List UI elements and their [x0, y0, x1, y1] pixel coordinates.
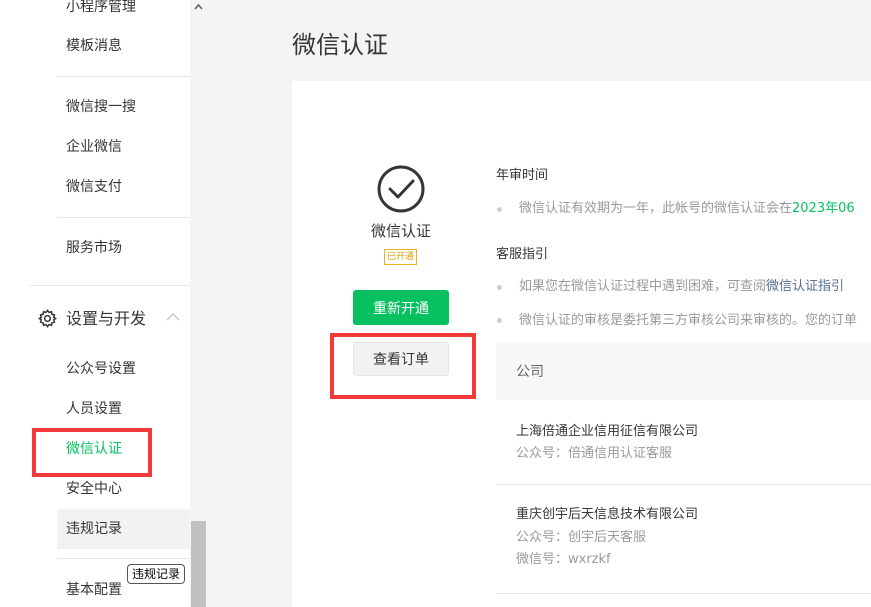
- sidebar-divider: [57, 217, 190, 218]
- scrollbar-thumb[interactable]: [191, 521, 206, 607]
- scrollbar-track[interactable]: [190, 0, 207, 607]
- renew-button[interactable]: 重新开通: [353, 290, 449, 325]
- check-circle-icon: [377, 165, 425, 213]
- sidebar-item-account-settings[interactable]: 公众号设置: [66, 359, 136, 379]
- view-orders-button[interactable]: 查看订单: [353, 342, 449, 376]
- sidebar-item-security-center[interactable]: 安全中心: [66, 479, 122, 499]
- sidebar-item-wechat-pay[interactable]: 微信支付: [66, 177, 122, 197]
- table-row-divider: [496, 593, 871, 594]
- sidebar-divider: [30, 285, 190, 286]
- company-name: 重庆创宇后天信息技术有限公司: [516, 507, 699, 522]
- bullet-dot: [497, 207, 502, 212]
- support-line-1: 如果您在微信认证过程中遇到困难，可查阅微信认证指引: [519, 278, 844, 296]
- sidebar-divider: [57, 76, 190, 77]
- company-wechat-id: 微信号：wxrzkf: [516, 552, 611, 567]
- annual-review-date: 2023年06: [792, 201, 855, 216]
- page-title: 微信认证: [292, 31, 388, 59]
- chevron-up-icon[interactable]: [166, 312, 180, 322]
- sidebar-item-template-message[interactable]: 模板消息: [66, 36, 122, 56]
- scroll-up-icon[interactable]: [192, 0, 205, 14]
- certification-label: 微信认证: [370, 222, 431, 240]
- sidebar-item-service-market[interactable]: 服务市场: [66, 238, 122, 258]
- bullet-dot: [497, 318, 502, 323]
- company-name: 上海倍通企业信用征信有限公司: [516, 424, 699, 439]
- gear-icon: [38, 309, 57, 328]
- bullet-dot: [497, 285, 502, 290]
- company-account: 公众号：倍通信用认证客服: [516, 446, 673, 461]
- sidebar-item-mini-program[interactable]: 小程序管理: [66, 0, 136, 17]
- support-line-2: 微信认证的审核是委托第三方审核公司来审核的。您的订单: [519, 313, 858, 328]
- sidebar-item-wechat-certification[interactable]: 微信认证: [66, 439, 122, 459]
- sidebar: 小程序管理 模板消息 微信搜一搜 企业微信 微信支付 服务市场 设置与开发 公众…: [0, 0, 207, 607]
- status-badge: 已开通: [384, 249, 418, 265]
- sidebar-item-basic-config[interactable]: 基本配置: [66, 580, 122, 600]
- sidebar-item-violations[interactable]: 违规记录: [66, 519, 122, 539]
- annual-review-description: 微信认证有效期为一年，此帐号的微信认证会在: [519, 201, 793, 216]
- company-table-header: [496, 342, 871, 400]
- tooltip-violations: 违规记录: [127, 564, 186, 584]
- sidebar-section-settings-dev[interactable]: 设置与开发: [66, 308, 146, 330]
- company-account: 公众号：创宇后天客服: [516, 530, 647, 545]
- sidebar-item-wecom[interactable]: 企业微信: [66, 137, 122, 157]
- sidebar-item-wechat-search[interactable]: 微信搜一搜: [66, 97, 136, 117]
- table-row-divider: [496, 484, 871, 485]
- sidebar-item-staff-settings[interactable]: 人员设置: [66, 399, 122, 419]
- sidebar-divider: [57, 558, 190, 559]
- annual-review-text: 微信认证有效期为一年，此帐号的微信认证会在2023年06: [519, 200, 855, 218]
- company-column-header: 公司: [516, 364, 544, 380]
- support-line-1-text: 如果您在微信认证过程中遇到困难，可查阅: [519, 279, 767, 294]
- support-heading: 客服指引: [496, 247, 549, 262]
- certification-guide-link[interactable]: 微信认证指引: [766, 279, 844, 294]
- annual-review-heading: 年审时间: [496, 168, 549, 183]
